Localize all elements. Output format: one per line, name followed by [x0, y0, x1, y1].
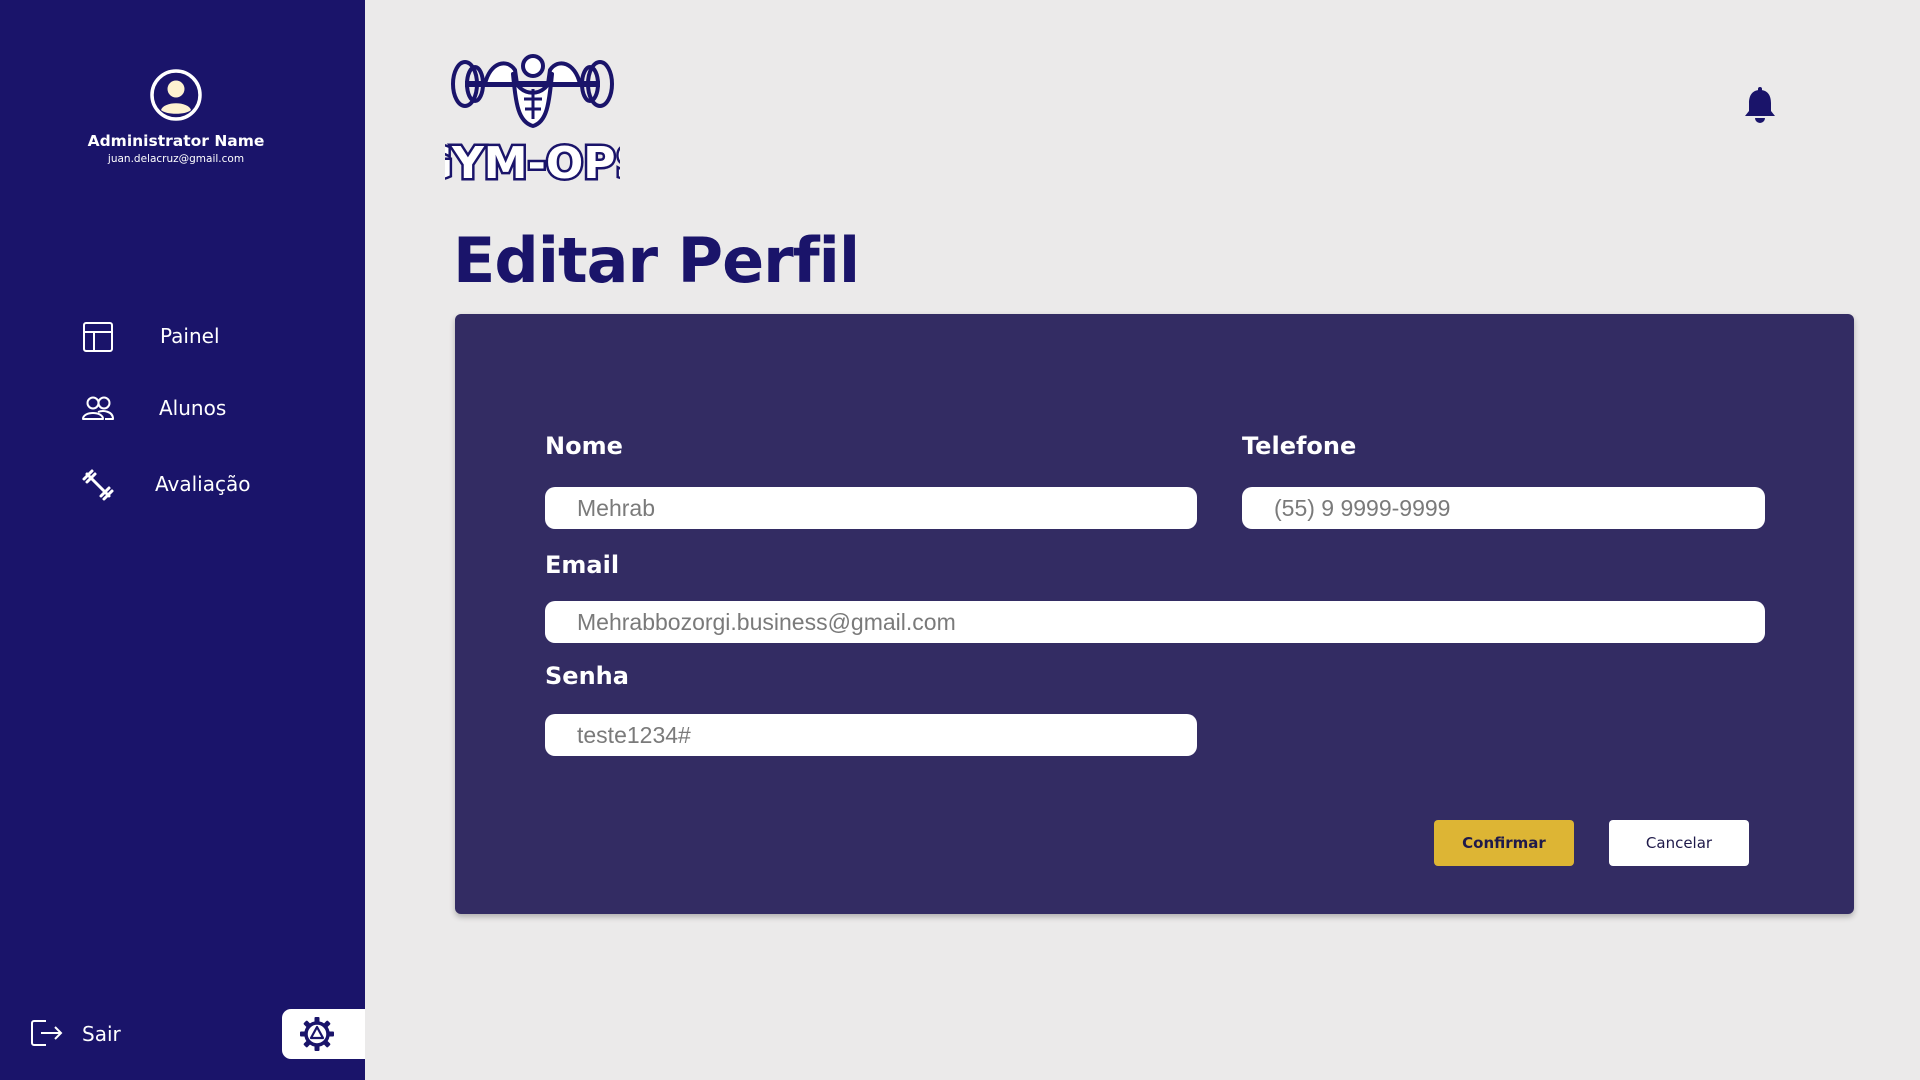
logout-label: Sair	[82, 1022, 121, 1046]
sidebar-item-label: Alunos	[159, 396, 227, 420]
email-label: Email	[545, 551, 620, 579]
gym-ops-logo: GYM-OPS	[414, 44, 650, 192]
cancel-button[interactable]: Cancelar	[1609, 820, 1749, 866]
nome-input[interactable]	[545, 487, 1197, 529]
svg-text:GYM-OPS: GYM-OPS	[445, 138, 620, 186]
email-input[interactable]	[545, 601, 1765, 643]
confirm-button[interactable]: Confirmar	[1434, 820, 1574, 866]
edit-profile-card: Nome Telefone Email Senha Confirmar Canc…	[455, 314, 1854, 914]
nome-label: Nome	[545, 432, 623, 460]
logout-button[interactable]: Sair	[30, 1016, 170, 1052]
gym-ops-logo-icon: GYM-OPS	[414, 54, 650, 192]
admin-name: Administrator Name	[87, 132, 265, 150]
page-title: Editar Perfil	[453, 224, 860, 297]
logout-icon	[31, 1020, 63, 1046]
telefone-label: Telefone	[1242, 432, 1357, 460]
senha-label: Senha	[545, 662, 629, 690]
senha-input[interactable]	[545, 714, 1197, 756]
telefone-input[interactable]	[1242, 487, 1765, 529]
sidebar: Administrator Name juan.delacruz@gmail.c…	[0, 0, 365, 1080]
sidebar-item-painel[interactable]: Painel	[0, 310, 365, 362]
sidebar-item-label: Avaliação	[155, 472, 251, 496]
sidebar-item-alunos[interactable]: Alunos	[0, 382, 365, 434]
notification-bell-icon[interactable]	[1742, 86, 1778, 124]
sidebar-item-label: Painel	[160, 324, 220, 348]
user-avatar-icon[interactable]	[149, 68, 203, 122]
admin-profile: Administrator Name juan.delacruz@gmail.c…	[0, 68, 352, 165]
dumbbell-icon	[82, 469, 114, 501]
settings-button[interactable]	[282, 1009, 365, 1059]
sidebar-item-avaliacao[interactable]: Avaliação	[0, 458, 365, 510]
users-icon	[82, 396, 114, 420]
layout-icon	[83, 322, 113, 352]
admin-email: juan.delacruz@gmail.com	[107, 153, 245, 165]
gear-icon	[300, 1017, 334, 1051]
